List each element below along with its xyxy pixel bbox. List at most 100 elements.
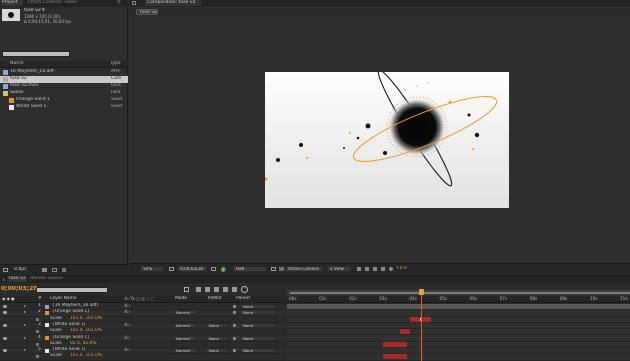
view-layout-dropdown[interactable]: 1 View: [327, 266, 351, 272]
property-value[interactable]: 101.0, 101.0%: [70, 328, 102, 334]
graph-editor-icon[interactable]: [241, 286, 248, 293]
layer-duration-bar[interactable]: [383, 354, 408, 360]
stopwatch-icon[interactable]: [36, 317, 39, 321]
layer-parent-dropdown[interactable]: None: [240, 322, 276, 328]
layer-duration-bar[interactable]: [400, 329, 411, 335]
toggle-pixel-aspect-icon[interactable]: [357, 267, 361, 271]
work-area-bar[interactable]: [290, 292, 630, 294]
visibility-eye-icon[interactable]: [3, 349, 7, 353]
visibility-eye-icon[interactable]: [3, 323, 7, 327]
tab-render-queue[interactable]: Render Queue: [30, 276, 64, 282]
layer-name[interactable]: [16 Mayhem_16.aiff]: [53, 303, 121, 309]
column-layer-name[interactable]: Layer Name: [50, 296, 77, 302]
layer-trkmat-dropdown[interactable]: None: [206, 335, 228, 341]
bpc-label[interactable]: 8 bpc: [14, 267, 27, 273]
hide-shy-icon[interactable]: [205, 287, 210, 292]
twirl-arrow-icon[interactable]: ▸: [24, 309, 26, 315]
parent-pickwhip-icon[interactable]: [233, 336, 236, 340]
region-of-interest-icon[interactable]: [271, 267, 276, 271]
current-time[interactable]: 0;00;03;28: [1, 286, 37, 292]
layer-parent-dropdown[interactable]: None: [240, 348, 276, 354]
column-type[interactable]: Type: [110, 61, 121, 67]
interpret-footage-icon[interactable]: [3, 268, 8, 272]
tab-composition[interactable]: Composition: fuse v2: [145, 0, 201, 6]
layer-name[interactable]: [White Solid 1]: [53, 322, 121, 328]
brainstorm-icon[interactable]: [232, 287, 237, 292]
layer-label-color-icon[interactable]: [45, 323, 49, 328]
layer-parent-dropdown[interactable]: None: [240, 310, 276, 316]
current-time-display[interactable]: 0;00;03;28: [177, 266, 207, 272]
property-value[interactable]: 101.0, 101.0%: [70, 316, 102, 322]
transparency-grid-icon[interactable]: [279, 267, 284, 271]
show-channel-icon[interactable]: [221, 267, 226, 272]
column-mode[interactable]: Mode: [175, 296, 187, 302]
comp-mini-flowchart-icon[interactable]: [184, 287, 189, 292]
stopwatch-icon[interactable]: [36, 355, 39, 359]
fast-preview-icon[interactable]: [365, 267, 369, 271]
frame-blending-icon[interactable]: [214, 287, 219, 292]
project-item[interactable]: Solids Fold: [0, 90, 128, 97]
timeline-close-icon[interactable]: ×: [2, 277, 5, 282]
exposure-value[interactable]: +0.0: [396, 266, 407, 272]
layer-parent-dropdown[interactable]: None: [240, 304, 276, 309]
layer-name[interactable]: [Orange Solid 1]: [53, 309, 121, 315]
column-parent[interactable]: Parent: [236, 296, 250, 302]
layer-mode-dropdown[interactable]: Normal: [173, 310, 197, 316]
layer-label-color-icon[interactable]: [45, 304, 49, 309]
project-item[interactable]: White Solid 1 Solid: [0, 104, 128, 111]
layer-trkmat-dropdown[interactable]: None: [206, 348, 228, 354]
panel-menu-icon[interactable]: ≡: [117, 0, 121, 6]
new-folder-icon[interactable]: [42, 268, 47, 272]
new-comp-icon[interactable]: [52, 268, 57, 272]
layer-switches-icon[interactable]: ⁂ ⁄: [124, 309, 130, 315]
layer-trkmat-dropdown[interactable]: None: [206, 322, 228, 328]
motion-blur-icon[interactable]: [223, 287, 228, 292]
layer-name[interactable]: [Orange Solid 1]: [53, 335, 121, 341]
layer-duration-bar[interactable]: [287, 304, 630, 309]
resolution-dropdown[interactable]: Half: [233, 266, 267, 272]
column-trkmat[interactable]: TrkMat: [207, 296, 222, 302]
layer-parent-dropdown[interactable]: None: [240, 335, 276, 341]
parent-pickwhip-icon[interactable]: [233, 311, 236, 315]
layer-label-color-icon[interactable]: [45, 310, 49, 315]
layer-name[interactable]: [White Solid 1]: [53, 347, 121, 353]
layer-label-color-icon[interactable]: [45, 348, 49, 353]
property-value[interactable]: 92.0, 92.0%: [70, 341, 97, 347]
twirl-arrow-icon[interactable]: ▸: [24, 303, 26, 309]
layer-mode-dropdown[interactable]: Normal: [173, 322, 197, 328]
column-name[interactable]: Name: [10, 61, 24, 67]
layer-label-color-icon[interactable]: [45, 336, 49, 340]
draft-3d-icon[interactable]: [196, 287, 201, 292]
flowchart-icon[interactable]: [381, 267, 385, 271]
tab-project[interactable]: Project: [1, 0, 23, 6]
stopwatch-icon[interactable]: [36, 342, 39, 346]
layer-switches-icon[interactable]: ⁂ ⁄: [124, 303, 130, 309]
lock-icon[interactable]: [132, 1, 136, 5]
camera-dropdown[interactable]: Active Camera: [285, 266, 323, 272]
stopwatch-icon[interactable]: [36, 330, 39, 334]
time-ruler[interactable]: 00s 01s 02s 03s 04s 05s 06s 07s 08s 09s 10s 11s: [287, 296, 630, 303]
track-area[interactable]: [287, 304, 630, 361]
layer-duration-bar[interactable]: [383, 341, 408, 347]
twirl-arrow-icon[interactable]: ▸: [24, 322, 26, 328]
layer-mode-dropdown[interactable]: Normal: [173, 348, 197, 354]
visibility-eye-icon[interactable]: [3, 336, 7, 340]
property-value[interactable]: 101.0, 101.0%: [70, 353, 102, 359]
snapshot-icon[interactable]: [211, 267, 216, 271]
comp-viewer[interactable]: [129, 17, 630, 261]
playhead-marker[interactable]: [419, 289, 425, 295]
project-item[interactable]: fuse v2.mov Quic: [0, 83, 128, 90]
playhead[interactable]: [421, 290, 423, 361]
timeline-icon[interactable]: [373, 267, 377, 271]
layer-mode-dropdown[interactable]: Normal: [173, 335, 197, 341]
trash-icon[interactable]: [62, 268, 66, 272]
tab-effect-controls[interactable]: Effect Controls: Fader: [28, 0, 88, 6]
exposure-icon[interactable]: [389, 267, 393, 271]
project-item[interactable]: Orange Solid 1 Solid: [0, 97, 128, 104]
visibility-eye-icon[interactable]: [3, 305, 7, 308]
layer-switches-icon[interactable]: ⁂ ⁄: [124, 335, 130, 341]
parent-pickwhip-icon[interactable]: [233, 323, 236, 327]
layer-switches-icon[interactable]: ⁂ ⁄: [124, 322, 130, 328]
magnification-dropdown[interactable]: 50%: [140, 266, 164, 272]
twirl-arrow-icon[interactable]: ▸: [24, 335, 26, 341]
